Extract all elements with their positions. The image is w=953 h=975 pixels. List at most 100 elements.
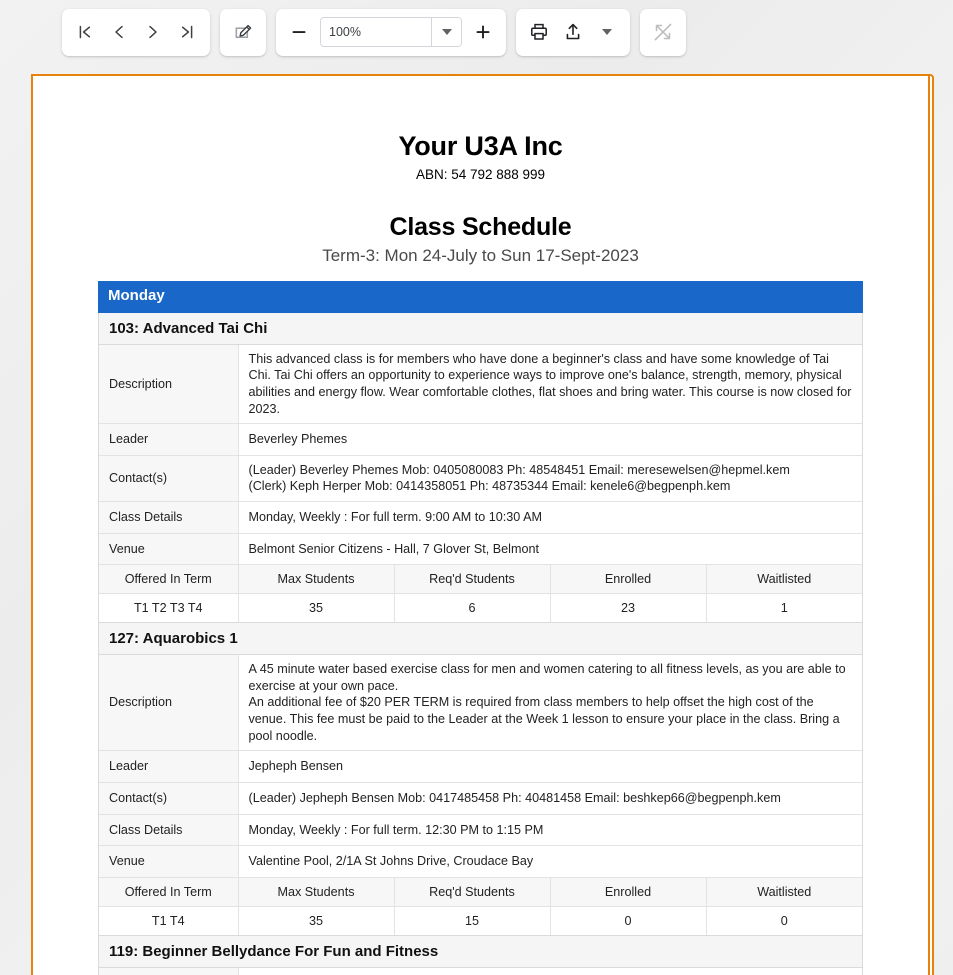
zoom-out-button[interactable] <box>282 13 316 51</box>
document-page[interactable]: Your U3A Inc ABN: 54 792 888 999 Class S… <box>31 74 930 975</box>
first-page-icon <box>79 25 91 39</box>
day-header-monday: Monday <box>98 281 863 313</box>
stats-value-max: 35 <box>238 905 395 935</box>
stats-header-enrolled: Enrolled <box>550 876 707 907</box>
class-title: 127: Aquarobics 1 <box>99 623 862 656</box>
chevron-down-icon <box>441 29 452 35</box>
field-label-class-details: Class Details <box>99 501 239 534</box>
table-row: T1 T4 35 15 0 0 <box>99 905 862 935</box>
stats-header-max: Max Students <box>238 876 395 907</box>
stats-value-max: 35 <box>238 593 395 623</box>
organisation-abn: ABN: 54 792 888 999 <box>415 167 546 182</box>
page-content: Your U3A Inc ABN: 54 792 888 999 Class S… <box>33 131 928 975</box>
class-block: 103: Advanced Tai Chi Description This a… <box>98 312 863 624</box>
field-value-description: This advanced class is for members who h… <box>238 344 862 424</box>
zoom-level-input[interactable]: 100% <box>321 18 431 46</box>
table-row: Class Details Monday, Weekly : For full … <box>99 501 862 534</box>
stats-value-enrolled: 0 <box>550 905 707 935</box>
zoom-level-combo[interactable]: 100% <box>320 17 462 47</box>
table-row: Contact(s) (Leader) Jepheph Bensen Mob: … <box>99 781 862 814</box>
first-page-button[interactable] <box>68 13 102 51</box>
fit-page-disabled-icon <box>654 23 672 41</box>
export-menu-button[interactable] <box>590 13 624 51</box>
class-block: 119: Beginner Bellydance For Fun and Fit… <box>98 935 863 975</box>
upload-export-icon <box>566 23 580 40</box>
table-row: Offered In Term Max Students Req'd Stude… <box>99 876 862 907</box>
annotate-group <box>220 8 266 56</box>
table-row: Description A 45 minute water based exer… <box>99 655 862 751</box>
last-page-icon <box>181 25 193 39</box>
class-block: 127: Aquarobics 1 Description A 45 minut… <box>98 623 863 936</box>
stats-value-term: T1 T2 T3 T4 <box>99 593 239 623</box>
table-row: Leader Beverley Phemes <box>99 423 862 456</box>
table-row: T1 T2 T3 T4 35 6 23 1 <box>99 593 862 623</box>
stats-header-req: Req'd Students <box>394 876 551 907</box>
table-row: Offered In Term Max Students Req'd Stude… <box>99 564 862 594</box>
stats-value-req: 6 <box>394 593 551 623</box>
field-value-contacts: (Leader) Jepheph Bensen Mob: 0417485458 … <box>238 781 862 814</box>
page-navigation-group: 1 of 21 <box>35 8 934 975</box>
stats-header-req: Req'd Students <box>394 564 551 594</box>
table-row: Description This advanced class is for m… <box>99 344 862 424</box>
field-value-leader: Jepheph Bensen <box>238 750 862 783</box>
chevron-down-icon <box>602 29 612 35</box>
field-label-venue: Venue <box>99 532 239 565</box>
plus-icon <box>476 25 490 39</box>
stats-header-waitlisted: Waitlisted <box>706 564 862 594</box>
organisation-name: Your U3A Inc <box>398 131 563 161</box>
next-page-button[interactable] <box>136 13 170 51</box>
field-value-class-details: Monday, Weekly : For full term. 9:00 AM … <box>238 501 862 534</box>
field-label-leader: Leader <box>99 423 239 456</box>
table-row: Description You will learn gentle femini… <box>99 967 862 975</box>
table-row: Class Details Monday, Weekly : For full … <box>99 813 862 846</box>
field-value-venue: Valentine Pool, 2/1A St Johns Drive, Cro… <box>238 845 862 877</box>
field-value-description: A 45 minute water based exercise class f… <box>238 655 862 751</box>
pdf-viewer: 1 of 21 <box>0 0 953 975</box>
stats-value-waitlisted: 1 <box>706 593 862 623</box>
class-detail-table: Description This advanced class is for m… <box>99 344 862 565</box>
zoom-group: 100% <box>276 8 506 56</box>
description-paragraph: A 45 minute water based exercise class f… <box>248 662 846 693</box>
last-page-button[interactable] <box>170 13 204 51</box>
stats-header-term: Offered In Term <box>99 564 239 594</box>
field-label-description: Description <box>99 655 239 751</box>
annotate-button[interactable] <box>226 13 260 51</box>
stats-header-term: Offered In Term <box>99 876 239 907</box>
field-label-leader: Leader <box>99 750 239 783</box>
field-label-contacts: Contact(s) <box>99 454 239 502</box>
field-label-class-details: Class Details <box>99 813 239 846</box>
document-header: Your U3A Inc ABN: 54 792 888 999 Class S… <box>33 131 928 266</box>
field-value-class-details: Monday, Weekly : For full term. 12:30 PM… <box>238 813 862 846</box>
fit-to-page-button[interactable] <box>646 13 680 51</box>
edit-annotate-icon <box>235 24 251 38</box>
field-label-description: Description <box>99 967 239 975</box>
stats-header-enrolled: Enrolled <box>550 564 707 594</box>
chevron-right-icon <box>149 25 157 39</box>
class-detail-table: Description You will learn gentle femini… <box>99 967 862 975</box>
print-export-group <box>516 8 630 56</box>
contact-entry: (Leader) Beverley Phemes Mob: 0405080083… <box>248 462 790 477</box>
viewer-toolbar: 1 of 21 <box>0 0 953 975</box>
table-row: Venue Valentine Pool, 2/1A St Johns Driv… <box>99 845 862 877</box>
stats-value-term: T1 T4 <box>99 905 239 935</box>
minus-icon <box>292 31 306 33</box>
zoom-in-button[interactable] <box>466 13 500 51</box>
field-value-leader: Beverley Phemes <box>238 423 862 456</box>
class-stats-table: Offered In Term Max Students Req'd Stude… <box>99 564 862 623</box>
stats-value-enrolled: 23 <box>550 593 707 623</box>
zoom-level-dropdown-button[interactable] <box>431 18 461 46</box>
printer-icon <box>531 23 547 40</box>
fit-group <box>640 8 686 56</box>
export-button[interactable] <box>556 13 590 51</box>
print-button[interactable] <box>522 13 556 51</box>
document-title: Class Schedule <box>389 213 572 241</box>
stats-header-max: Max Students <box>238 564 395 594</box>
class-detail-table: Description A 45 minute water based exer… <box>99 655 862 877</box>
contact-entry: (Clerk) Keph Herper Mob: 0414358051 Ph: … <box>248 479 731 494</box>
class-stats-table: Offered In Term Max Students Req'd Stude… <box>99 876 862 935</box>
field-label-description: Description <box>99 344 239 424</box>
previous-page-button[interactable] <box>102 13 136 51</box>
description-paragraph: An additional fee of $20 PER TERM is req… <box>248 695 840 743</box>
schedule-table: Monday 103: Advanced Tai Chi Description… <box>98 281 863 975</box>
chevron-left-icon <box>115 25 123 39</box>
